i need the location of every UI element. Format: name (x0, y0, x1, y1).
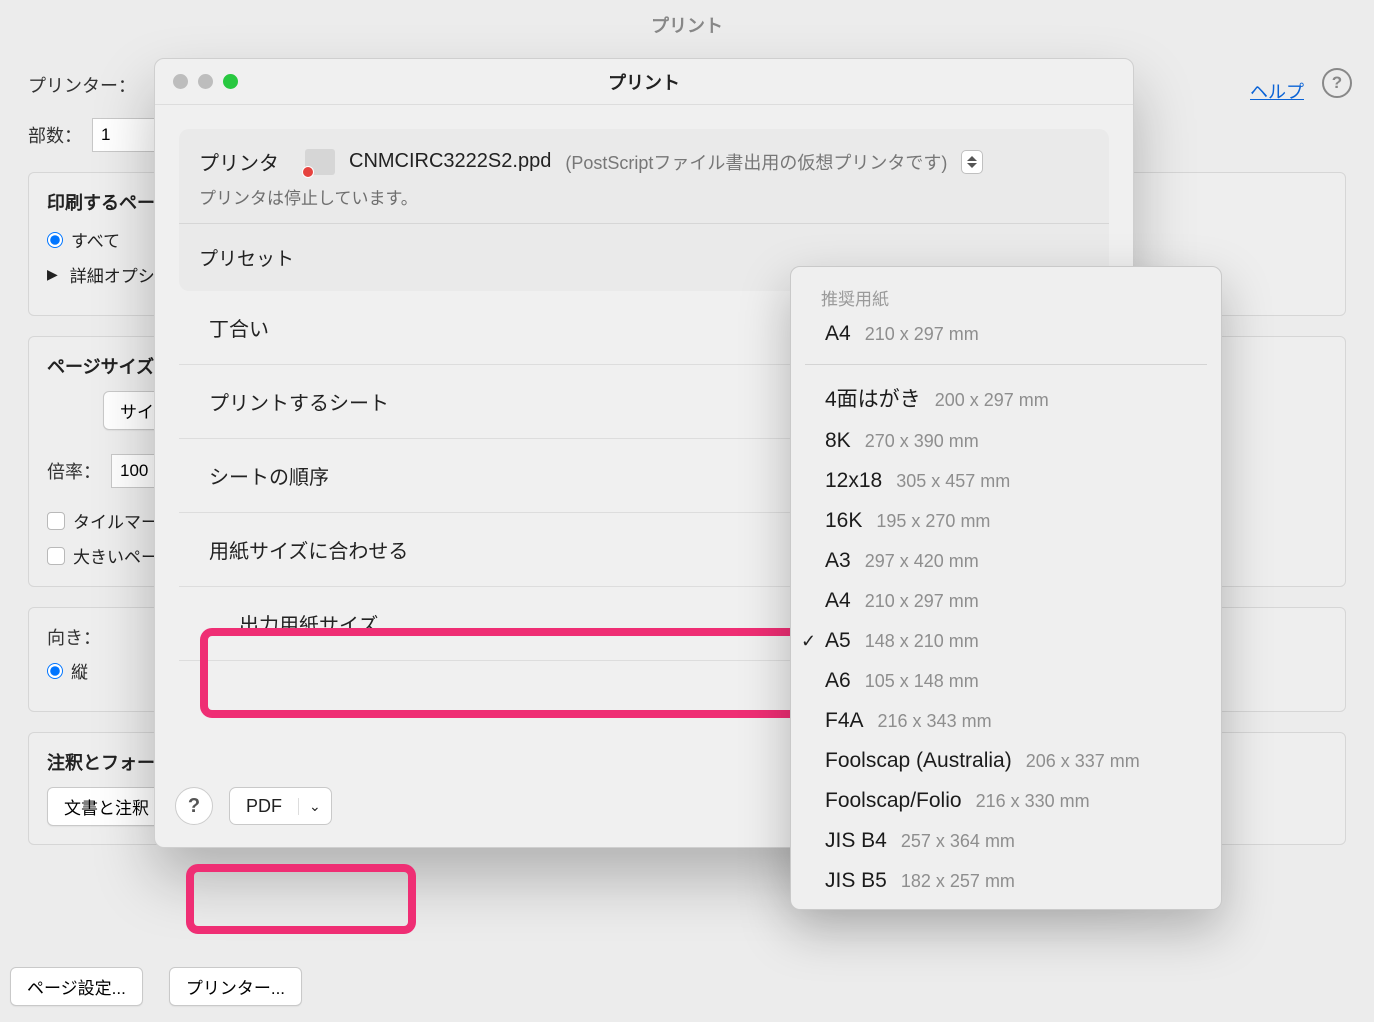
paper-size-name: 8K (825, 429, 851, 453)
paper-menu-top-group: A4 210 x 297 mm (791, 314, 1221, 354)
annotations-dropdown-label: 文書と注釈 (64, 794, 149, 819)
paper-size-name: Foolscap (Australia) (825, 749, 1012, 773)
dialog-title: プリント (155, 69, 1133, 95)
paper-size-dim: 210 x 297 mm (865, 591, 979, 612)
paper-size-name: Foolscap/Folio (825, 789, 962, 813)
paper-size-name: F4A (825, 709, 864, 733)
dialog-titlebar: プリント (155, 59, 1133, 105)
paper-size-option[interactable]: 12x18 305 x 457 mm (791, 461, 1221, 501)
paper-size-name: 4面はがき (825, 383, 921, 413)
large-page-checkbox[interactable] (47, 547, 65, 565)
disclosure-icon[interactable]: ▶ (47, 266, 58, 283)
paper-size-dim: 195 x 270 mm (876, 511, 990, 532)
printer-select-stepper[interactable] (961, 150, 983, 174)
paper-size-menu: 推奨用紙 A4 210 x 297 mm 4面はがき 200 x 297 mm 8K 2… (790, 266, 1222, 910)
paper-size-option[interactable]: 8K 270 x 390 mm (791, 421, 1221, 461)
paper-size-dim: 257 x 364 mm (901, 831, 1015, 852)
tile-marks-label: タイルマー (73, 508, 158, 533)
orientation-portrait-radio[interactable] (47, 663, 63, 679)
paper-size-dim: 182 x 257 mm (901, 871, 1015, 892)
chevron-down-icon[interactable]: ⌄ (298, 798, 331, 815)
paper-size-option[interactable]: A4 210 x 297 mm (791, 581, 1221, 621)
printer-label: プリンター： (28, 72, 136, 98)
paper-size-dim: 148 x 210 mm (865, 631, 979, 652)
copies-input[interactable] (92, 118, 156, 152)
detail-options-label: 詳細オプシ (70, 262, 155, 287)
pdf-button[interactable]: PDF ⌄ (229, 787, 332, 825)
paper-menu-heading: 推奨用紙 (791, 279, 1221, 314)
annotations-dropdown[interactable]: 文書と注釈 (47, 787, 166, 826)
printer-icon (305, 149, 335, 175)
paper-size-option[interactable]: JIS B5 182 x 257 mm (791, 861, 1221, 901)
paper-size-name: A4 (825, 322, 851, 346)
page-setup-button[interactable]: ページ設定... (10, 967, 143, 1006)
check-icon: ✓ (801, 631, 816, 652)
orientation-label: 向き： (47, 624, 101, 650)
printer-name: CNMCIRC3222S2.ppd (349, 150, 551, 173)
paper-size-name: JIS B4 (825, 829, 887, 853)
paper-size-option[interactable]: Foolscap/Folio 216 x 330 mm (791, 781, 1221, 821)
orientation-portrait-label: 縦 (71, 658, 88, 683)
paper-size-name: 16K (825, 509, 862, 533)
paper-size-name: A6 (825, 669, 851, 693)
paper-size-name: A5 (825, 629, 851, 653)
paper-size-option[interactable]: F4A 216 x 343 mm (791, 701, 1221, 741)
pdf-button-label: PDF (230, 796, 298, 817)
paper-size-dim: 216 x 330 mm (976, 791, 1090, 812)
paper-size-option[interactable]: Foolscap (Australia) 206 x 337 mm (791, 741, 1221, 781)
paper-size-dim: 216 x 343 mm (878, 711, 992, 732)
paper-size-option[interactable]: 4面はがき 200 x 297 mm (791, 375, 1221, 421)
printer-status: プリンタは停止しています。 (179, 184, 1109, 223)
radio-all-pages[interactable] (47, 232, 63, 248)
copies-label: 部数： (28, 122, 82, 148)
dialog-help-button[interactable]: ? (175, 787, 213, 825)
paper-size-name: A3 (825, 549, 851, 573)
printer-settings-button[interactable]: プリンター... (169, 967, 302, 1006)
paper-size-option[interactable]: JIS B4 257 x 364 mm (791, 821, 1221, 861)
menu-separator (805, 364, 1207, 365)
paper-size-dim: 206 x 337 mm (1026, 751, 1140, 772)
paper-size-name: JIS B5 (825, 869, 887, 893)
paper-size-option[interactable]: ✓ A5 148 x 210 mm (791, 621, 1221, 661)
paper-size-dim: 210 x 297 mm (865, 324, 979, 345)
paper-size-name: 12x18 (825, 469, 882, 493)
paper-size-dim: 105 x 148 mm (865, 671, 979, 692)
paper-size-option[interactable]: 16K 195 x 270 mm (791, 501, 1221, 541)
paper-size-option[interactable]: A4 210 x 297 mm (791, 314, 1221, 354)
printer-description: (PostScriptファイル書出用の仮想プリンタです) (565, 149, 947, 175)
paper-size-dim: 200 x 297 mm (935, 390, 1049, 411)
radio-all-label: すべて (71, 227, 120, 252)
large-page-label: 大きいペー (73, 543, 158, 568)
printer-field-label: プリンタ (199, 147, 279, 176)
paper-size-option[interactable]: A3 297 x 420 mm (791, 541, 1221, 581)
paper-size-dim: 305 x 457 mm (896, 471, 1010, 492)
scale-label: 倍率： (47, 458, 101, 484)
paper-size-dim: 270 x 390 mm (865, 431, 979, 452)
paper-size-dim: 297 x 420 mm (865, 551, 979, 572)
paper-size-option[interactable]: A6 105 x 148 mm (791, 661, 1221, 701)
paper-menu-list: 4面はがき 200 x 297 mm 8K 270 x 390 mm 12x18 305 … (791, 375, 1221, 901)
main-window-title: プリント (0, 0, 1374, 50)
paper-size-name: A4 (825, 589, 851, 613)
tile-marks-checkbox[interactable] (47, 512, 65, 530)
